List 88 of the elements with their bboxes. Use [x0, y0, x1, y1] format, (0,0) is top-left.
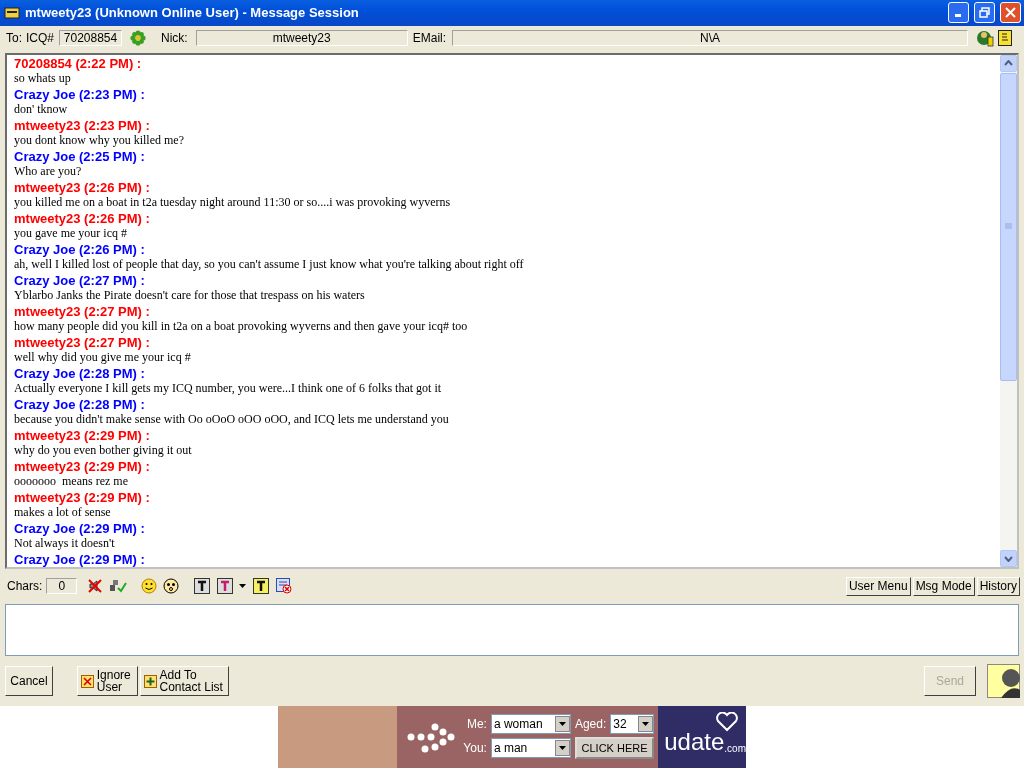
close-button[interactable]: [1000, 2, 1021, 24]
add-icon: [144, 674, 157, 688]
age-dropdown[interactable]: 32: [610, 714, 655, 735]
to-label: To:: [6, 30, 22, 45]
icq-number-field: 70208854: [59, 29, 123, 46]
caret-icon: [642, 722, 650, 727]
ignore-icon: [81, 674, 94, 688]
message-header: mtweety23 (2:29 PM) :: [14, 458, 150, 475]
close-icon: [1005, 7, 1016, 19]
heart-icon: [716, 712, 738, 732]
face-icon[interactable]: [163, 578, 180, 595]
minimize-button[interactable]: [948, 2, 969, 24]
scroll-up-button[interactable]: [1000, 54, 1017, 72]
message-header: 70208854 (2:22 PM) :: [14, 55, 142, 72]
message-header: Crazy Joe (2:29 PM) :: [14, 551, 145, 568]
you-label: You:: [463, 741, 487, 756]
caret-icon[interactable]: [239, 584, 247, 589]
mute-speaker-icon[interactable]: [87, 578, 104, 595]
restore-icon: [979, 7, 990, 19]
scroll-down-button[interactable]: [1000, 550, 1017, 568]
message-text: because you didn't make sense with Oo oOoO oOO oOO, and ICQ lets me understand you: [14, 412, 449, 428]
message-text: you gave me your icq #: [14, 226, 127, 242]
chars-label: Chars:: [7, 579, 43, 594]
toolbar-button[interactable]: History: [976, 576, 1020, 596]
highlight-text-icon[interactable]: [253, 578, 270, 595]
message-text: so whats up: [14, 71, 71, 87]
caret-icon: [558, 746, 566, 751]
spellcheck-icon[interactable]: [109, 578, 128, 595]
nick-field: mtweety23: [195, 29, 408, 46]
message-header: mtweety23 (2:23 PM) :: [14, 117, 150, 134]
message-text: why do you even bother giving it out: [14, 443, 192, 459]
message-header: Crazy Joe (2:23 PM) :: [14, 86, 145, 103]
flower-icon: [130, 29, 147, 46]
window-title: mtweety23 (Unknown Online User) - Message Session: [25, 5, 360, 21]
message-text: Actually everyone I kill gets my ICQ number, you were...I think one of 6 folks that got it: [14, 381, 442, 397]
me-dropdown[interactable]: a woman: [490, 714, 571, 735]
avatar-silhouette: [987, 664, 1020, 699]
message-header: mtweety23 (2:27 PM) :: [14, 334, 150, 351]
message-text: Not always it doesn't: [14, 536, 115, 552]
toolbar-button[interactable]: Msg Mode: [912, 576, 975, 596]
email-label: EMail:: [412, 30, 447, 45]
text-color-icon[interactable]: [217, 578, 234, 595]
message-text: Who are you?: [14, 164, 82, 180]
caret-icon: [558, 722, 566, 727]
you-dropdown[interactable]: a man: [490, 738, 571, 759]
restore-button[interactable]: [974, 2, 995, 24]
chat-window-icon: [4, 5, 20, 20]
message-text: ooooooo means rez me: [14, 474, 128, 490]
toolbar-button[interactable]: User Menu: [845, 576, 911, 596]
me-label: Me:: [465, 717, 487, 732]
message-header: mtweety23 (2:26 PM) :: [14, 179, 150, 196]
message-input[interactable]: [5, 604, 1019, 657]
logo-text: udate: [664, 730, 725, 754]
note-icon[interactable]: [998, 29, 1013, 46]
message-header: Crazy Joe (2:28 PM) :: [14, 365, 145, 382]
nick-label: Nick:: [161, 30, 188, 45]
add-contact-button[interactable]: Add To Contact List: [140, 666, 229, 697]
ignore-user-button[interactable]: Ignore User: [77, 666, 138, 697]
message-header: mtweety23 (2:27 PM) :: [14, 303, 150, 320]
text-format-icon[interactable]: [194, 578, 211, 595]
logo-domain: .com: [724, 743, 746, 754]
message-header: mtweety23 (2:29 PM) :: [14, 427, 150, 444]
message-header: Crazy Joe (2:25 PM) :: [14, 148, 145, 165]
cancel-button[interactable]: Cancel: [5, 666, 53, 697]
smiley-icon[interactable]: [141, 578, 158, 595]
icq-label: ICQ#: [26, 30, 55, 45]
char-count-field: 0: [46, 578, 78, 595]
message-header: Crazy Joe (2:27 PM) :: [14, 272, 145, 289]
message-header: mtweety23 (2:29 PM) :: [14, 489, 150, 506]
click-here-button[interactable]: CLICK HERE: [574, 737, 655, 760]
scrollbar-thumb[interactable]: [1000, 72, 1017, 381]
message-header: Crazy Joe (2:29 PM) :: [14, 520, 145, 537]
message-text: ah, well I killed lost of people that day, so you can't assume I just know what you're talking about right off: [14, 257, 524, 273]
message-text: don' tknow: [14, 102, 68, 118]
aged-label: Aged:: [574, 717, 607, 732]
message-text: you dont know why you killed me?: [14, 133, 184, 149]
message-text: how many people did you kill in t2a on a boat provoking wyverns and then gave your icq# too: [14, 319, 468, 335]
message-header: mtweety23 (2:26 PM) :: [14, 210, 150, 227]
message-text: you killed me on a boat in t2a tuesday night around 11:30 or so....i was provoking wyverns: [14, 195, 451, 211]
message-text: Yblarbo Janks the Pirate doesn't care for those that trespass on his waters: [14, 288, 365, 304]
user-info-icon[interactable]: [976, 28, 995, 47]
clear-format-icon[interactable]: [276, 578, 293, 595]
message-text: well why did you give me your icq #: [14, 350, 191, 366]
message-text: makes a lot of sense: [14, 505, 111, 521]
message-header: Crazy Joe (2:28 PM) :: [14, 396, 145, 413]
scrollbar[interactable]: [1000, 54, 1017, 568]
email-field: N\A: [452, 29, 969, 46]
message-header: Crazy Joe (2:26 PM) :: [14, 241, 145, 258]
